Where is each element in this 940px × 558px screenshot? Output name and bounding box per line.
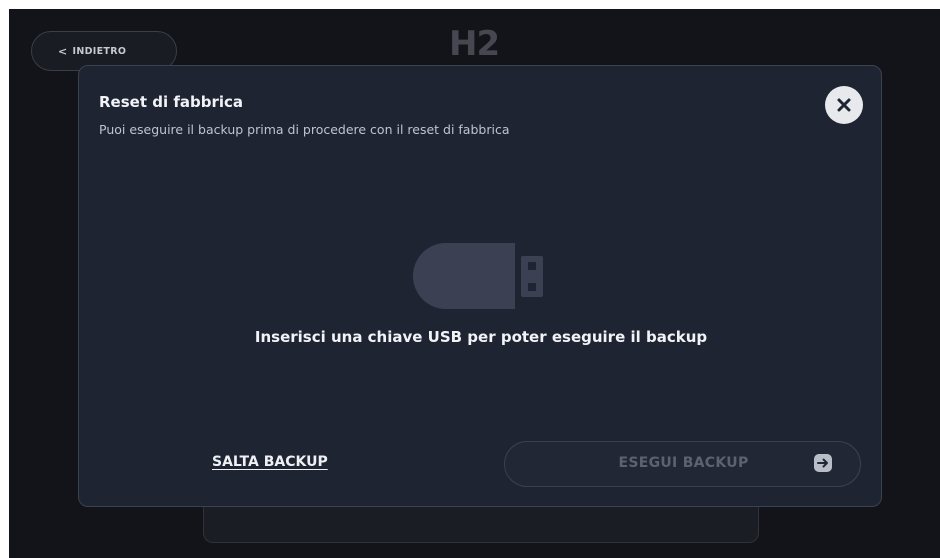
skip-backup-link[interactable]: SALTA BACKUP xyxy=(212,454,328,470)
close-button[interactable] xyxy=(825,86,863,124)
device-screen: < INDIETRO H2 Reset di fabbrica Puoi ese… xyxy=(9,9,940,558)
usb-instruction-message: Inserisci una chiave USB per poter esegu… xyxy=(254,328,708,346)
close-icon xyxy=(837,98,851,112)
run-backup-button[interactable]: ESEGUI BACKUP xyxy=(504,441,861,487)
usb-drive-icon xyxy=(413,243,543,309)
chevron-left-icon: < xyxy=(58,44,68,58)
logo: H2 xyxy=(449,24,500,64)
factory-reset-dialog: Reset di fabbrica Puoi eseguire il backu… xyxy=(78,65,882,507)
arrow-right-icon xyxy=(814,454,832,472)
run-backup-label: ESEGUI BACKUP xyxy=(618,455,749,471)
back-button-label: INDIETRO xyxy=(72,45,127,57)
background-panel xyxy=(203,504,759,543)
dialog-title: Reset di fabbrica xyxy=(99,93,243,111)
dialog-subtitle: Puoi eseguire il backup prima di procede… xyxy=(99,122,510,137)
